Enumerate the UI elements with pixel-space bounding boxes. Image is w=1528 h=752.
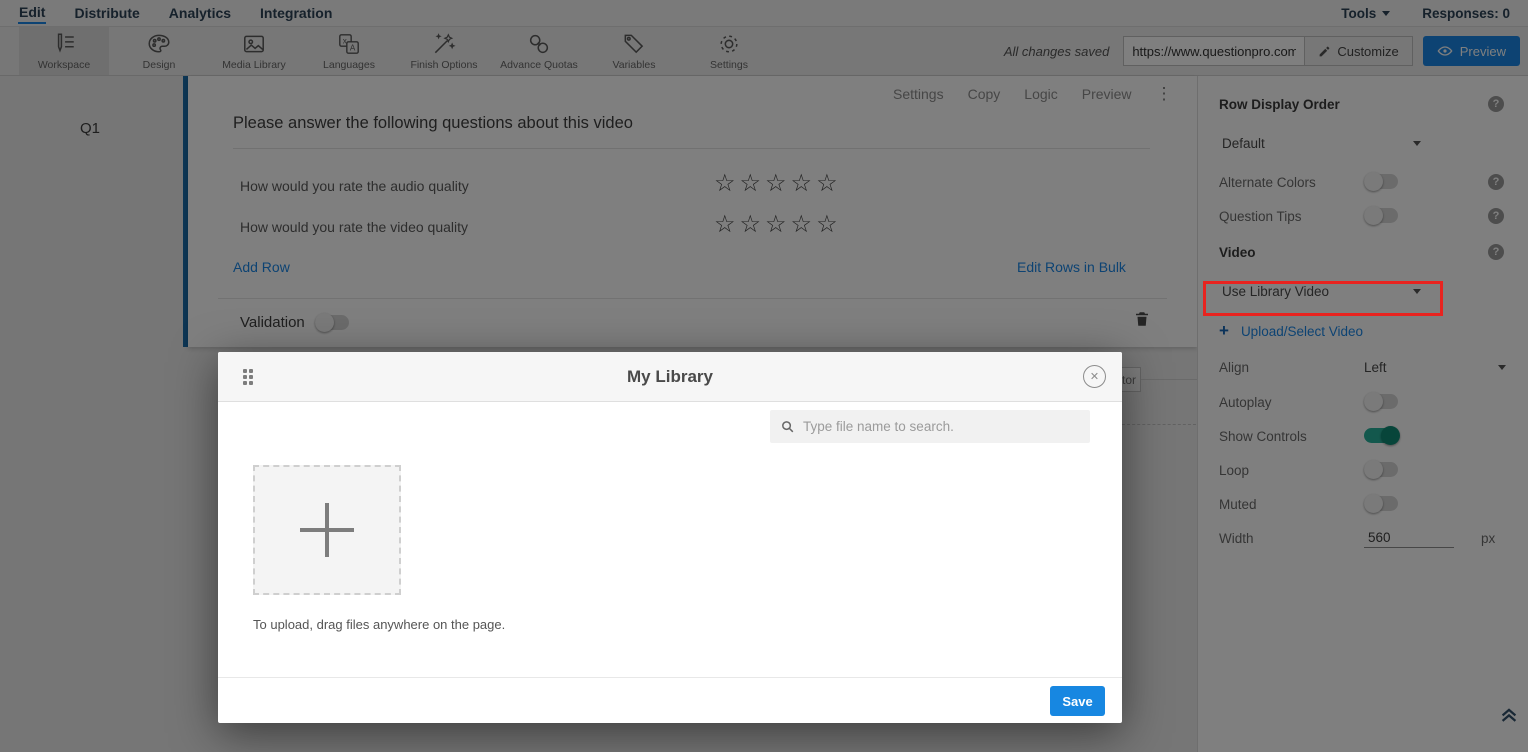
modal-header: My Library ✕ <box>218 352 1122 402</box>
library-search <box>770 410 1090 443</box>
close-icon[interactable]: ✕ <box>1083 365 1106 388</box>
upload-tile[interactable] <box>253 465 401 595</box>
save-button[interactable]: Save <box>1050 686 1105 716</box>
modal-title: My Library <box>218 352 1122 402</box>
my-library-modal: My Library ✕ To upload, drag files anywh… <box>218 352 1122 723</box>
search-input[interactable] <box>803 419 1080 434</box>
search-icon <box>780 419 795 434</box>
modal-footer: Save <box>218 677 1122 723</box>
upload-hint: To upload, drag files anywhere on the pa… <box>253 617 505 632</box>
plus-icon <box>300 503 354 557</box>
